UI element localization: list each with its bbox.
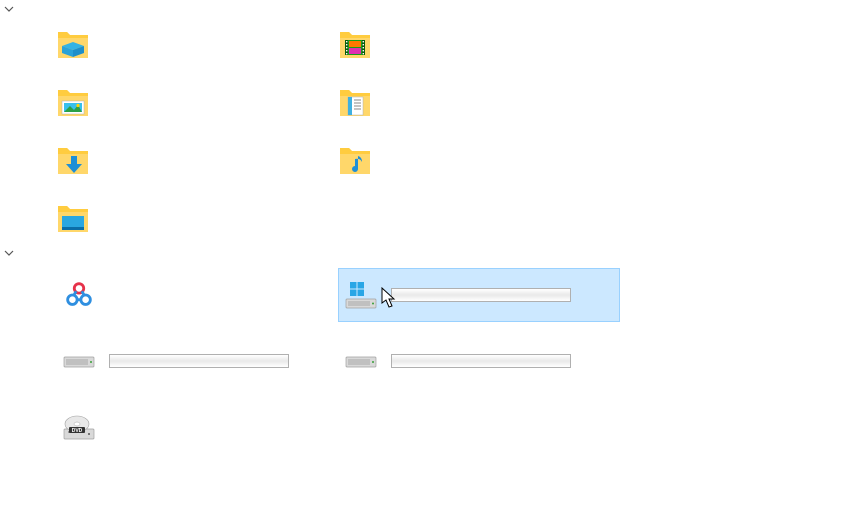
- folder-videos[interactable]: [338, 24, 620, 64]
- drive-capacity-bar: [109, 354, 289, 368]
- downloads-icon: [56, 142, 92, 178]
- hard-drive-icon: [343, 343, 379, 379]
- drive-capacity-bar: [391, 288, 571, 302]
- folder-music[interactable]: [338, 140, 620, 180]
- 3d-objects-icon: [56, 26, 92, 62]
- drive-dvd[interactable]: DVD: [56, 400, 338, 454]
- drive-c[interactable]: [338, 268, 620, 322]
- section-header-folders[interactable]: [0, 0, 860, 18]
- drive-capacity-bar: [391, 354, 571, 368]
- dvd-drive-icon: DVD: [61, 409, 97, 445]
- drive-baidu[interactable]: [56, 268, 338, 322]
- folder-desktop[interactable]: [56, 198, 338, 238]
- drives-grid: DVD: [0, 262, 860, 460]
- music-icon: [338, 142, 374, 178]
- folder-documents[interactable]: [338, 82, 620, 122]
- hard-drive-icon: [61, 343, 97, 379]
- folder-pictures[interactable]: [56, 82, 338, 122]
- pictures-icon: [56, 84, 92, 120]
- windows-drive-icon: [343, 277, 379, 313]
- drive-e[interactable]: [338, 334, 620, 388]
- drive-d[interactable]: [56, 334, 338, 388]
- svg-text:DVD: DVD: [72, 428, 83, 434]
- chevron-down-icon: [4, 248, 14, 258]
- documents-icon: [338, 84, 374, 120]
- chevron-down-icon: [4, 4, 14, 14]
- baidu-netdisk-icon: [61, 277, 97, 313]
- folder-downloads[interactable]: [56, 140, 338, 180]
- desktop-icon: [56, 200, 92, 236]
- videos-icon: [338, 26, 374, 62]
- folders-grid: [0, 18, 860, 244]
- folder-3d-objects[interactable]: [56, 24, 338, 64]
- section-header-drives[interactable]: [0, 244, 860, 262]
